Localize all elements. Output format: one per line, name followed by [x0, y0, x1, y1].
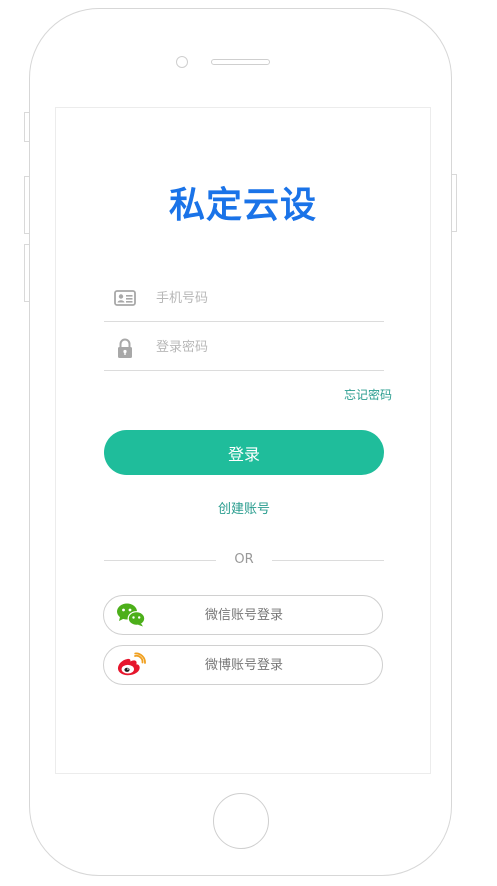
forgot-password-link[interactable]: 忘记密码: [330, 386, 392, 404]
id-card-icon: [114, 288, 136, 308]
wechat-login-button[interactable]: 微信账号登录: [103, 595, 383, 635]
lock-icon: [114, 337, 136, 358]
or-text: OR: [234, 552, 254, 567]
divider-line-right: [272, 560, 384, 561]
phone-field: [104, 274, 384, 322]
login-button[interactable]: 登录: [104, 430, 384, 475]
password-field: [104, 323, 384, 371]
weibo-login-button[interactable]: 微博账号登录: [103, 645, 383, 685]
weibo-login-label: 微博账号登录: [204, 658, 283, 673]
create-account-link[interactable]: 创建账号: [104, 500, 384, 520]
phone-input[interactable]: [156, 284, 376, 312]
app-title: 私定云设: [168, 185, 317, 226]
home-button[interactable]: [213, 793, 269, 849]
or-divider: OR: [104, 550, 384, 570]
password-input[interactable]: [156, 333, 376, 361]
wechat-login-label: 微信账号登录: [204, 608, 283, 623]
front-camera: [176, 56, 188, 68]
earpiece-speaker: [211, 59, 270, 65]
divider-line-left: [104, 560, 216, 561]
